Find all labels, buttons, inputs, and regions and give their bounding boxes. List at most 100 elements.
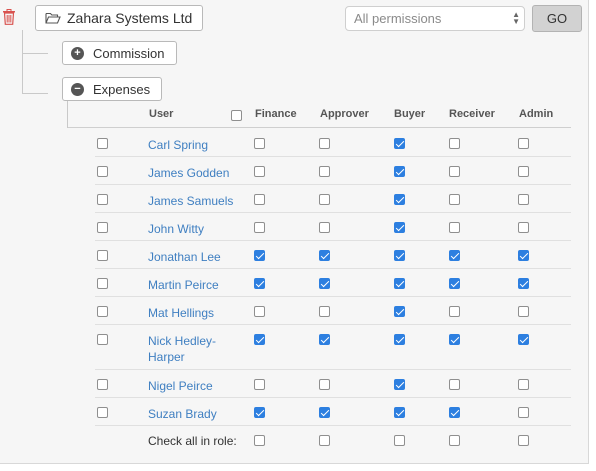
group-commission-button[interactable]: + Commission [62, 41, 177, 65]
check-all-admin-checkbox[interactable] [518, 435, 529, 446]
group-expenses-button[interactable]: − Expenses [62, 77, 163, 101]
receiver-checkbox[interactable] [449, 306, 460, 317]
approver-checkbox[interactable] [319, 306, 330, 317]
plus-circle-icon: + [71, 46, 84, 60]
column-header-user: User [149, 108, 174, 120]
check-all-receiver-checkbox[interactable] [449, 435, 460, 446]
finance-checkbox[interactable] [254, 407, 265, 418]
user-name-link[interactable]: Nick Hedley-Harper [148, 333, 228, 365]
user-name-link[interactable]: Jonathan Lee [148, 249, 243, 265]
finance-checkbox[interactable] [254, 306, 265, 317]
row-select-checkbox[interactable] [97, 138, 108, 149]
tree-connector [22, 30, 23, 94]
table-row: Mat Hellings [95, 297, 571, 325]
finance-checkbox[interactable] [254, 379, 265, 390]
check-all-finance-checkbox[interactable] [254, 435, 265, 446]
user-name-link[interactable]: John Witty [148, 221, 243, 237]
admin-checkbox[interactable] [518, 222, 529, 233]
buyer-checkbox[interactable] [394, 379, 405, 390]
approver-checkbox[interactable] [319, 250, 330, 261]
receiver-checkbox[interactable] [449, 278, 460, 289]
user-name-link[interactable]: Martin Peirce [148, 277, 243, 293]
row-select-checkbox[interactable] [97, 222, 108, 233]
row-select-checkbox[interactable] [97, 334, 108, 345]
row-select-checkbox[interactable] [97, 379, 108, 390]
approver-checkbox[interactable] [319, 166, 330, 177]
receiver-checkbox[interactable] [449, 138, 460, 149]
go-button[interactable]: GO [532, 5, 582, 32]
buyer-checkbox[interactable] [394, 138, 405, 149]
row-select-checkbox[interactable] [97, 250, 108, 261]
row-select-checkbox[interactable] [97, 306, 108, 317]
row-select-checkbox[interactable] [97, 278, 108, 289]
finance-checkbox[interactable] [254, 138, 265, 149]
check-all-approver-checkbox[interactable] [319, 435, 330, 446]
check-all-buyer-checkbox[interactable] [394, 435, 405, 446]
row-select-checkbox[interactable] [97, 194, 108, 205]
buyer-checkbox[interactable] [394, 166, 405, 177]
admin-checkbox[interactable] [518, 166, 529, 177]
table-row: Carl Spring [95, 129, 571, 157]
finance-checkbox[interactable] [254, 250, 265, 261]
admin-checkbox[interactable] [518, 379, 529, 390]
table-row: Suzan Brady [95, 398, 571, 426]
buyer-checkbox[interactable] [394, 222, 405, 233]
company-button[interactable]: Zahara Systems Ltd [35, 5, 204, 31]
user-name-link[interactable]: Nigel Peirce [148, 378, 243, 394]
finance-checkbox[interactable] [254, 194, 265, 205]
buyer-checkbox[interactable] [394, 334, 405, 345]
finance-checkbox[interactable] [254, 334, 265, 345]
table-row: Martin Peirce [95, 269, 571, 297]
admin-checkbox[interactable] [518, 278, 529, 289]
receiver-checkbox[interactable] [449, 407, 460, 418]
user-name-link[interactable]: James Godden [148, 165, 243, 181]
column-header-buyer: Buyer [394, 108, 426, 120]
buyer-checkbox[interactable] [394, 306, 405, 317]
buyer-checkbox[interactable] [394, 278, 405, 289]
receiver-checkbox[interactable] [449, 166, 460, 177]
approver-checkbox[interactable] [319, 222, 330, 233]
row-select-checkbox[interactable] [97, 407, 108, 418]
approver-checkbox[interactable] [319, 407, 330, 418]
admin-checkbox[interactable] [518, 407, 529, 418]
table-row: Nick Hedley-Harper [95, 325, 571, 370]
finance-checkbox[interactable] [254, 166, 265, 177]
receiver-checkbox[interactable] [449, 334, 460, 345]
receiver-checkbox[interactable] [449, 222, 460, 233]
finance-checkbox[interactable] [254, 278, 265, 289]
admin-checkbox[interactable] [518, 138, 529, 149]
approver-checkbox[interactable] [319, 334, 330, 345]
trash-icon[interactable] [2, 9, 16, 25]
user-name-link[interactable]: Suzan Brady [148, 406, 243, 422]
column-header-receiver: Receiver [449, 108, 495, 120]
receiver-checkbox[interactable] [449, 194, 460, 205]
admin-checkbox[interactable] [518, 194, 529, 205]
group-label: Expenses [93, 81, 151, 97]
permission-filter-value: All permissions [354, 11, 442, 26]
buyer-checkbox[interactable] [394, 194, 405, 205]
admin-checkbox[interactable] [518, 306, 529, 317]
header-divider [68, 127, 571, 128]
check-all-label: Check all in role: [148, 434, 237, 448]
buyer-checkbox[interactable] [394, 250, 405, 261]
tree-connector [22, 93, 48, 94]
approver-checkbox[interactable] [319, 194, 330, 205]
permission-filter-select[interactable]: All permissions ▲ ▼ [345, 6, 525, 31]
folder-open-icon [45, 12, 61, 24]
admin-checkbox[interactable] [518, 250, 529, 261]
receiver-checkbox[interactable] [449, 250, 460, 261]
admin-checkbox[interactable] [518, 334, 529, 345]
user-name-link[interactable]: Carl Spring [148, 137, 243, 153]
finance-checkbox[interactable] [254, 222, 265, 233]
buyer-checkbox[interactable] [394, 407, 405, 418]
row-select-checkbox[interactable] [97, 166, 108, 177]
user-name-link[interactable]: Mat Hellings [148, 305, 243, 321]
select-all-users-checkbox[interactable] [231, 110, 242, 121]
group-label: Commission [93, 45, 165, 61]
approver-checkbox[interactable] [319, 138, 330, 149]
approver-checkbox[interactable] [319, 278, 330, 289]
approver-checkbox[interactable] [319, 379, 330, 390]
user-name-link[interactable]: James Samuels [148, 193, 243, 209]
receiver-checkbox[interactable] [449, 379, 460, 390]
company-name: Zahara Systems Ltd [67, 10, 193, 26]
